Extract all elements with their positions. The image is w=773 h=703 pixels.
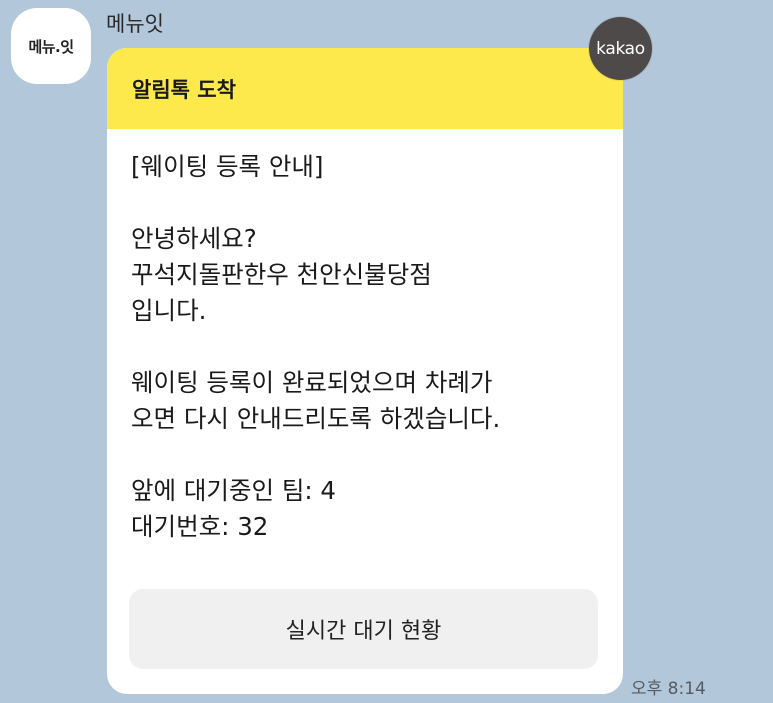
message-line-title: [웨이팅 등록 안내] (131, 152, 324, 181)
message-line-greeting: 안녕하세요? (131, 224, 257, 253)
message-line-teams-ahead: 앞에 대기중인 팀: 4 (131, 476, 336, 505)
message-line-waiting-number: 대기번호: 32 (131, 512, 269, 541)
kakao-badge-text: kakao (596, 38, 645, 59)
message-line-complete: 웨이팅 등록이 완료되었으며 차례가 (131, 368, 493, 397)
message-line-intro-end: 입니다. (131, 296, 207, 325)
message-line-store-name: 꾸석지돌판한우 천안신불당점 (131, 260, 432, 289)
alimtalk-message-bubble: 알림톡 도착 [웨이팅 등록 안내] 안녕하세요? 꾸석지돌판한우 천안신불당점… (107, 48, 623, 694)
realtime-waiting-status-label: 실시간 대기 현황 (285, 619, 442, 644)
sender-avatar[interactable]: 메뉴.잇 (11, 8, 91, 84)
avatar-logo-text: 메뉴.잇 (28, 37, 74, 56)
sender-name: 메뉴잇 (106, 12, 164, 36)
kakao-icon: kakao (589, 17, 652, 80)
message-header-title: 알림톡 도착 (132, 77, 236, 102)
realtime-waiting-status-button[interactable]: 실시간 대기 현황 (129, 589, 598, 669)
message-line-notify: 오면 다시 안내드리도록 하겠습니다. (131, 404, 501, 433)
message-header: 알림톡 도착 (107, 48, 623, 129)
message-timestamp: 오후 8:14 (631, 679, 706, 699)
message-body: [웨이팅 등록 안내] 안녕하세요? 꾸석지돌판한우 천안신불당점 입니다. 웨… (107, 129, 623, 545)
